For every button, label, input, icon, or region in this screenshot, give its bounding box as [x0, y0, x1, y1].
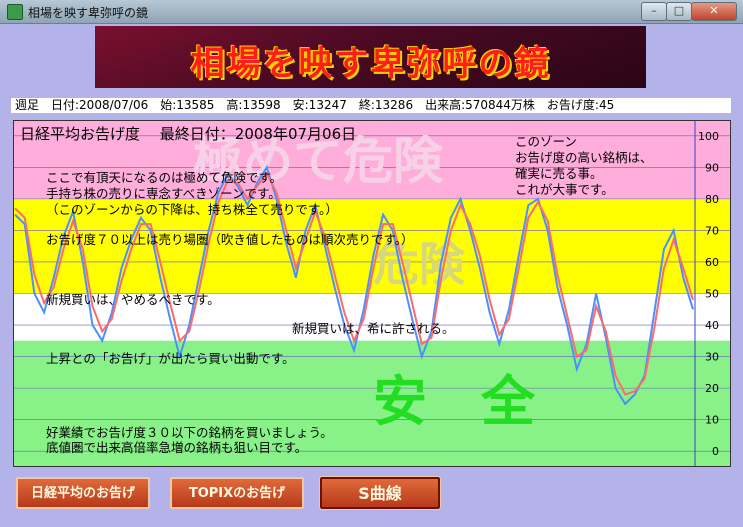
note-pink-3: （このゾーンからの下降は、持ち株全て売りです。）: [46, 202, 338, 217]
y-tick-label: 10: [705, 414, 719, 427]
y-tick-label: 50: [705, 288, 719, 301]
note-white-1: 新規買いは、希に許される。: [292, 321, 455, 336]
window-title: 相場を映す卑弥呼の鏡: [28, 6, 149, 20]
y-tick-label: 70: [705, 224, 719, 237]
close-button[interactable]: ✕: [691, 2, 737, 21]
note-green-3: 底値圏で出来高倍率急増の銘柄も狙い目です。: [46, 440, 308, 455]
y-tick-label: 80: [705, 193, 719, 206]
title-banner: 相場を映す卑弥呼の鏡: [95, 26, 646, 88]
minimize-button[interactable]: –: [641, 2, 667, 21]
title-bar[interactable]: 相場を映す卑弥呼の鏡 – □ ✕: [0, 0, 743, 24]
note-yellow-2: 新規買いは、やめるべきです。: [46, 292, 220, 307]
note-green-1: 上昇との「お告げ」が出たら買い出動です。: [46, 351, 295, 366]
s-curve-button[interactable]: S曲線: [319, 476, 441, 510]
banner-title: 相場を映す卑弥呼の鏡: [190, 44, 551, 84]
main-window: 相場を映す卑弥呼の鏡 – □ ✕ 相場を映す卑弥呼の鏡 週足 日付:2008/0…: [0, 0, 743, 527]
y-tick-label: 40: [705, 319, 719, 332]
maximize-button[interactable]: □: [666, 2, 692, 21]
y-tick-label: 20: [705, 382, 719, 395]
note-top-right-4: これが大事です。: [515, 182, 614, 197]
y-tick-label: 60: [705, 256, 719, 269]
note-yellow-1: お告げ度７０以上は売り場圏（吹き値したものは順次売りです。）: [46, 232, 414, 247]
nikkei-oracle-button[interactable]: 日経平均のお告げ: [16, 477, 150, 509]
y-tick-label: 30: [705, 351, 719, 364]
y-tick-label: 0: [712, 445, 719, 458]
watermark-safe: 安 全: [373, 370, 536, 433]
y-tick-label: 90: [705, 161, 719, 174]
y-tick-label: 100: [698, 130, 719, 143]
stats-bar: 週足 日付:2008/07/06 始:13585 高:13598 安:13247…: [11, 98, 731, 113]
chart-title: 日経平均お告げ度 最終日付：2008年07月06日: [20, 125, 357, 143]
app-icon: [7, 4, 23, 20]
topix-oracle-button[interactable]: TOPIXのお告げ: [170, 477, 304, 509]
